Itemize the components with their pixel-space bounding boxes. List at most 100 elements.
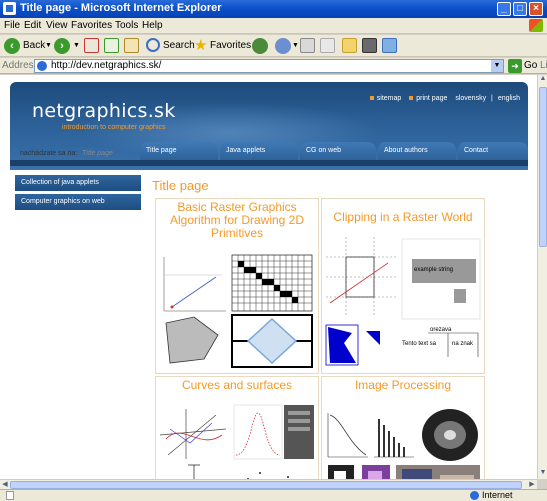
histogram-thumb [374,419,414,458]
raster-thumbnails [163,254,313,368]
menu-file[interactable]: File [4,20,20,31]
menu-view[interactable]: View [46,20,68,31]
forward-arrow-icon[interactable]: › [54,38,70,54]
menu-tools[interactable]: Tools [115,20,138,31]
research-icon[interactable] [362,38,377,53]
nav-cg-on-web[interactable]: CG on web [300,142,376,160]
print-page-link[interactable]: print page [416,95,447,102]
text-clip-thumb: Tento text sa na znak orezava [402,327,479,357]
topic-card-curves[interactable]: Curves and surfaces [155,376,319,479]
breadcrumb-current: Title page [82,150,113,157]
home-icon[interactable] [124,38,139,53]
status-page-icon [6,491,14,500]
maximize-button[interactable]: □ [513,2,527,16]
menu-edit[interactable]: Edit [24,20,41,31]
breadcrumb: nachádzate sa na: Title page [20,150,113,157]
clip-text-3: na znak [452,341,474,347]
site-logo[interactable]: netgraphics.sk [32,100,176,122]
horizontal-scroll-thumb[interactable] [10,481,522,489]
curve-points-thumb [188,464,289,479]
address-input[interactable]: http://dev.netgraphics.sk/ ▼ [34,59,504,73]
vertical-scrollbar[interactable]: ▲ ▼ [537,75,547,479]
security-zone-label: Internet [482,490,513,500]
menu-favorites[interactable]: Favorites [71,20,112,31]
clipping-thumbnails: example string Tento text sa na znak ore… [325,237,481,366]
card-title[interactable]: Image Processing [322,377,484,399]
topic-card-raster[interactable]: Basic Raster Graphics Algorithm for Draw… [155,198,319,374]
search-button-label[interactable]: Search [163,38,195,54]
forward-dropdown-icon[interactable]: ▼ [73,38,80,54]
page-viewport: netgraphics.sk introduction to computer … [0,75,537,479]
clip-shape-thumb [325,324,380,366]
slovensky-link[interactable]: slovensky [455,95,486,102]
nav-java-applets[interactable]: Java applets [220,142,298,160]
english-link[interactable]: english [498,95,520,102]
go-arrow-icon[interactable]: ➜ [508,59,522,73]
search-icon[interactable] [146,38,160,52]
circle-raster-thumb [231,314,313,368]
sidebar: Collection of java applets Computer grap… [15,175,141,213]
nav-contact[interactable]: Contact [458,142,528,160]
scroll-down-icon[interactable]: ▼ [538,469,547,479]
curve-panel-thumb [284,405,314,459]
spectrum-thumb [422,409,478,461]
messenger-icon[interactable] [382,38,397,53]
topic-grid: Basic Raster Graphics Algorithm for Draw… [155,198,485,479]
favorites-button-label[interactable]: Favorites [210,38,251,54]
folder-icon[interactable] [342,38,357,53]
page-title: Title page [152,178,209,193]
window-title: Title page - Microsoft Internet Explorer [20,2,222,14]
nav-title-page[interactable]: Title page [140,142,218,160]
vertical-scroll-thumb[interactable] [539,87,547,247]
topic-card-image-processing[interactable]: Image Processing [321,376,485,479]
address-url[interactable]: http://dev.netgraphics.sk/ [51,60,161,71]
card-title[interactable]: Curves and surfaces [156,377,318,399]
favorites-star-icon[interactable]: ★ [194,38,207,54]
horizontal-scrollbar[interactable]: ◀ ▶ [0,479,537,489]
nav-about-authors[interactable]: About authors [378,142,456,160]
history-icon[interactable] [275,38,291,54]
history-dropdown-icon[interactable]: ▼ [292,38,299,54]
breadcrumb-label: nachádzate sa na: [20,150,78,157]
page-icon [37,61,47,71]
image-samples-thumb [328,465,480,479]
ie-app-icon[interactable] [3,2,16,15]
menu-help[interactable]: Help [142,20,163,31]
stop-icon[interactable] [84,38,99,53]
media-icon[interactable] [252,38,268,54]
topic-card-clipping[interactable]: Clipping in a Raster World example strin… [321,198,485,374]
internet-zone-icon [470,491,479,500]
scroll-up-icon[interactable]: ▲ [538,75,547,85]
3d-curve-thumb [159,409,227,459]
pixel-grid-thumb [231,254,313,312]
clip-text-4: orezava [430,327,452,333]
close-button[interactable]: × [529,2,543,16]
address-bar: Address http://dev.netgraphics.sk/ ▼ ➜ G… [0,58,547,74]
sitemap-link[interactable]: sitemap [377,95,402,102]
print-icon[interactable] [300,38,315,53]
status-bar: Internet [0,489,547,501]
go-button[interactable]: Go [524,60,537,71]
clip-text-1: example string [414,267,453,273]
main-nav: Title page Java applets CG on web About … [140,142,528,162]
sidebar-item-cg-on-web[interactable]: Computer graphics on web [15,194,141,210]
sidebar-item-java-applets[interactable]: Collection of java applets [15,175,141,191]
links-button[interactable]: Links [540,60,547,71]
decay-curve-thumb [327,413,368,458]
standard-toolbar: ‹ Back ▼ › ▼ Search ★ Favorites ▼ [0,35,547,57]
minimize-button[interactable]: _ [497,2,511,16]
back-dropdown-icon[interactable]: ▼ [45,38,52,54]
edit-icon[interactable] [320,38,335,53]
refresh-icon[interactable] [104,38,119,53]
clip-text-2: Tento text sa [402,341,437,347]
address-dropdown-icon[interactable]: ▼ [491,60,503,72]
top-links: sitemap print page slovensky | english [364,95,520,102]
clip-regions-thumb [326,237,396,317]
card-title[interactable]: Clipping in a Raster World [322,199,484,233]
card-title[interactable]: Basic Raster Graphics Algorithm for Draw… [156,199,318,251]
menu-bar: File Edit View Favorites Tools Help [0,18,547,34]
bell-curve-thumb [233,404,283,460]
back-button-label[interactable]: Back [23,38,45,54]
line-plot-thumb [163,257,226,312]
back-arrow-icon[interactable]: ‹ [4,38,20,54]
